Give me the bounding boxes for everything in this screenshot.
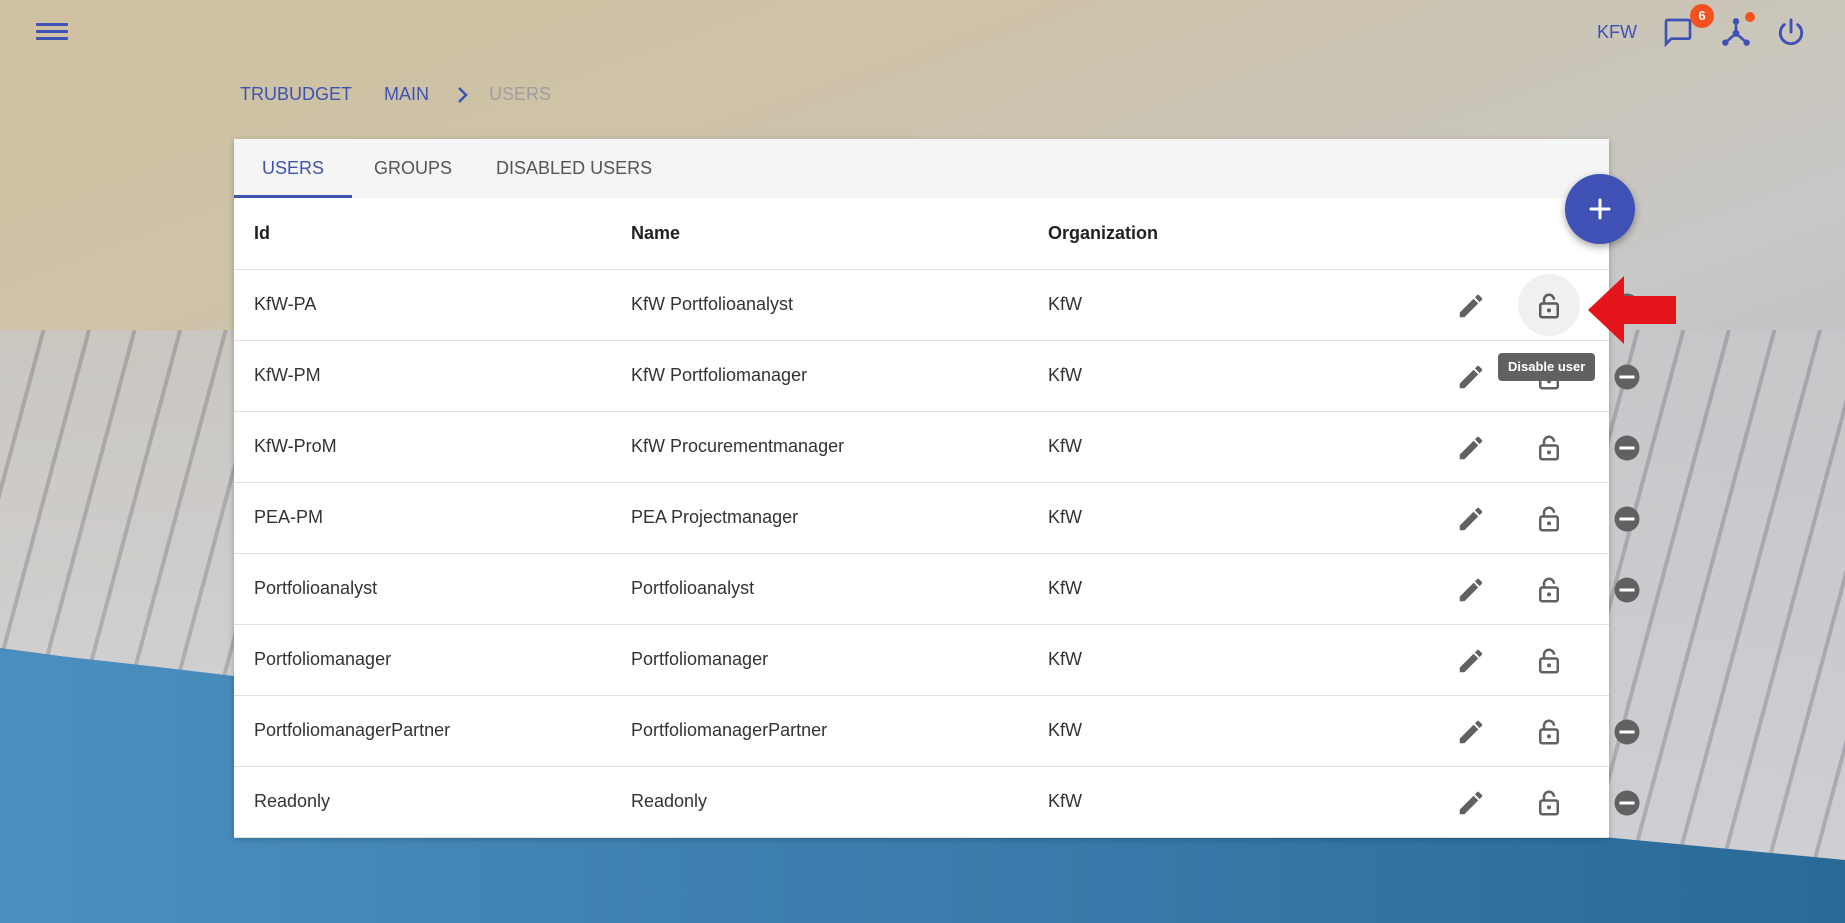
plus-icon xyxy=(1589,198,1611,220)
table-header-row: Id Name Organization xyxy=(234,198,1609,270)
cell-organization: KfW xyxy=(1048,340,1348,412)
edit-icon[interactable] xyxy=(1456,575,1486,605)
edit-icon[interactable] xyxy=(1456,717,1486,747)
cell-name: Portfolioanalyst xyxy=(631,553,1048,625)
cell-organization: KfW xyxy=(1048,482,1348,554)
cell-id: Readonly xyxy=(234,766,631,838)
cell-name: KfW Portfolioanalyst xyxy=(631,269,1048,341)
table-row: KfW-PM KfW Portfoliomanager KfW xyxy=(234,340,1640,412)
disable-user-icon[interactable] xyxy=(1612,362,1642,392)
cell-actions xyxy=(1348,766,1640,838)
disable-button-hover xyxy=(1518,274,1580,336)
column-header-name: Name xyxy=(631,198,1048,270)
disable-user-icon[interactable] xyxy=(1612,433,1642,463)
unlock-icon[interactable] xyxy=(1534,646,1564,676)
disable-user-icon[interactable] xyxy=(1612,717,1642,747)
column-header-id: Id xyxy=(234,198,631,270)
breadcrumb-main[interactable]: MAIN xyxy=(384,84,429,105)
table-row: PortfoliomanagerPartner Portfoliomanager… xyxy=(234,695,1640,767)
organization-label[interactable]: KFW xyxy=(1597,22,1637,43)
column-header-organization: Organization xyxy=(1048,198,1348,270)
network-status-dot xyxy=(1745,12,1755,22)
tab-groups[interactable]: GROUPS xyxy=(352,139,474,198)
cell-id: Portfoliomanager xyxy=(234,624,631,696)
cell-organization: KfW xyxy=(1048,269,1348,341)
breadcrumb: TRUBUDGET MAIN USERS xyxy=(240,84,551,105)
breadcrumb-trubudget[interactable]: TRUBUDGET xyxy=(240,84,352,105)
add-user-button[interactable] xyxy=(1565,174,1635,244)
edit-icon[interactable] xyxy=(1456,362,1486,392)
cell-organization: KfW xyxy=(1048,695,1348,767)
notification-badge: 6 xyxy=(1690,4,1714,28)
edit-icon[interactable] xyxy=(1456,504,1486,534)
cell-name: KfW Portfoliomanager xyxy=(631,340,1048,412)
cell-name: Readonly xyxy=(631,766,1048,838)
edit-icon[interactable] xyxy=(1456,646,1486,676)
cell-id: Portfolioanalyst xyxy=(234,553,631,625)
app-bar: KFW 6 xyxy=(0,0,1845,64)
table-row: PEA-PM PEA Projectmanager KfW xyxy=(234,482,1640,554)
cell-id: PEA-PM xyxy=(234,482,631,554)
edit-icon[interactable] xyxy=(1456,433,1486,463)
cell-id: KfW-ProM xyxy=(234,411,631,483)
cell-organization: KfW xyxy=(1048,553,1348,625)
cell-name: Portfoliomanager xyxy=(631,624,1048,696)
unlock-icon[interactable] xyxy=(1534,433,1564,463)
disable-user-icon[interactable] xyxy=(1612,788,1642,818)
disable-user-icon[interactable] xyxy=(1612,575,1642,605)
cell-actions xyxy=(1348,553,1640,625)
unlock-icon[interactable] xyxy=(1534,504,1564,534)
table-row: Readonly Readonly KfW xyxy=(234,766,1640,838)
cell-id: KfW-PM xyxy=(234,340,631,412)
users-card: USERS GROUPS DISABLED USERS Id Name Orga… xyxy=(234,139,1640,838)
cell-organization: KfW xyxy=(1048,766,1348,838)
unlock-icon[interactable] xyxy=(1534,575,1564,605)
breadcrumb-users: USERS xyxy=(489,84,552,104)
table-row: KfW-ProM KfW Procurementmanager KfW xyxy=(234,411,1640,483)
chevron-right-icon xyxy=(458,86,468,103)
tab-users[interactable]: USERS xyxy=(234,139,353,198)
menu-icon[interactable] xyxy=(36,20,68,44)
disable-user-icon[interactable] xyxy=(1612,504,1642,534)
cell-actions xyxy=(1348,695,1640,767)
cell-actions xyxy=(1348,411,1640,483)
edit-icon[interactable] xyxy=(1456,291,1486,321)
table-row: Portfoliomanager Portfoliomanager KfW xyxy=(234,624,1609,696)
edit-icon[interactable] xyxy=(1456,788,1486,818)
arrow-annotation-icon xyxy=(1588,276,1676,344)
users-table: Id Name Organization KfW-PA KfW Portfoli… xyxy=(234,198,1640,838)
tooltip: Disable user xyxy=(1498,353,1596,381)
cell-organization: KfW xyxy=(1048,411,1348,483)
tab-disabled-users[interactable]: DISABLED USERS xyxy=(474,139,674,198)
cell-actions xyxy=(1348,624,1609,696)
table-row: Portfolioanalyst Portfolioanalyst KfW xyxy=(234,553,1640,625)
cell-name: PortfoliomanagerPartner xyxy=(631,695,1048,767)
cell-id: PortfoliomanagerPartner xyxy=(234,695,631,767)
cell-name: KfW Procurementmanager xyxy=(631,411,1048,483)
cell-organization: KfW xyxy=(1048,624,1348,696)
cell-actions xyxy=(1348,482,1640,554)
unlock-icon[interactable] xyxy=(1534,788,1564,818)
table-row: KfW-PA KfW Portfolioanalyst KfW xyxy=(234,269,1640,341)
cell-id: KfW-PA xyxy=(234,269,631,341)
cell-name: PEA Projectmanager xyxy=(631,482,1048,554)
unlock-icon[interactable] xyxy=(1534,717,1564,747)
power-icon[interactable] xyxy=(1775,16,1807,48)
tab-bar: USERS GROUPS DISABLED USERS xyxy=(234,139,1609,198)
chat-icon[interactable] xyxy=(1662,16,1694,48)
